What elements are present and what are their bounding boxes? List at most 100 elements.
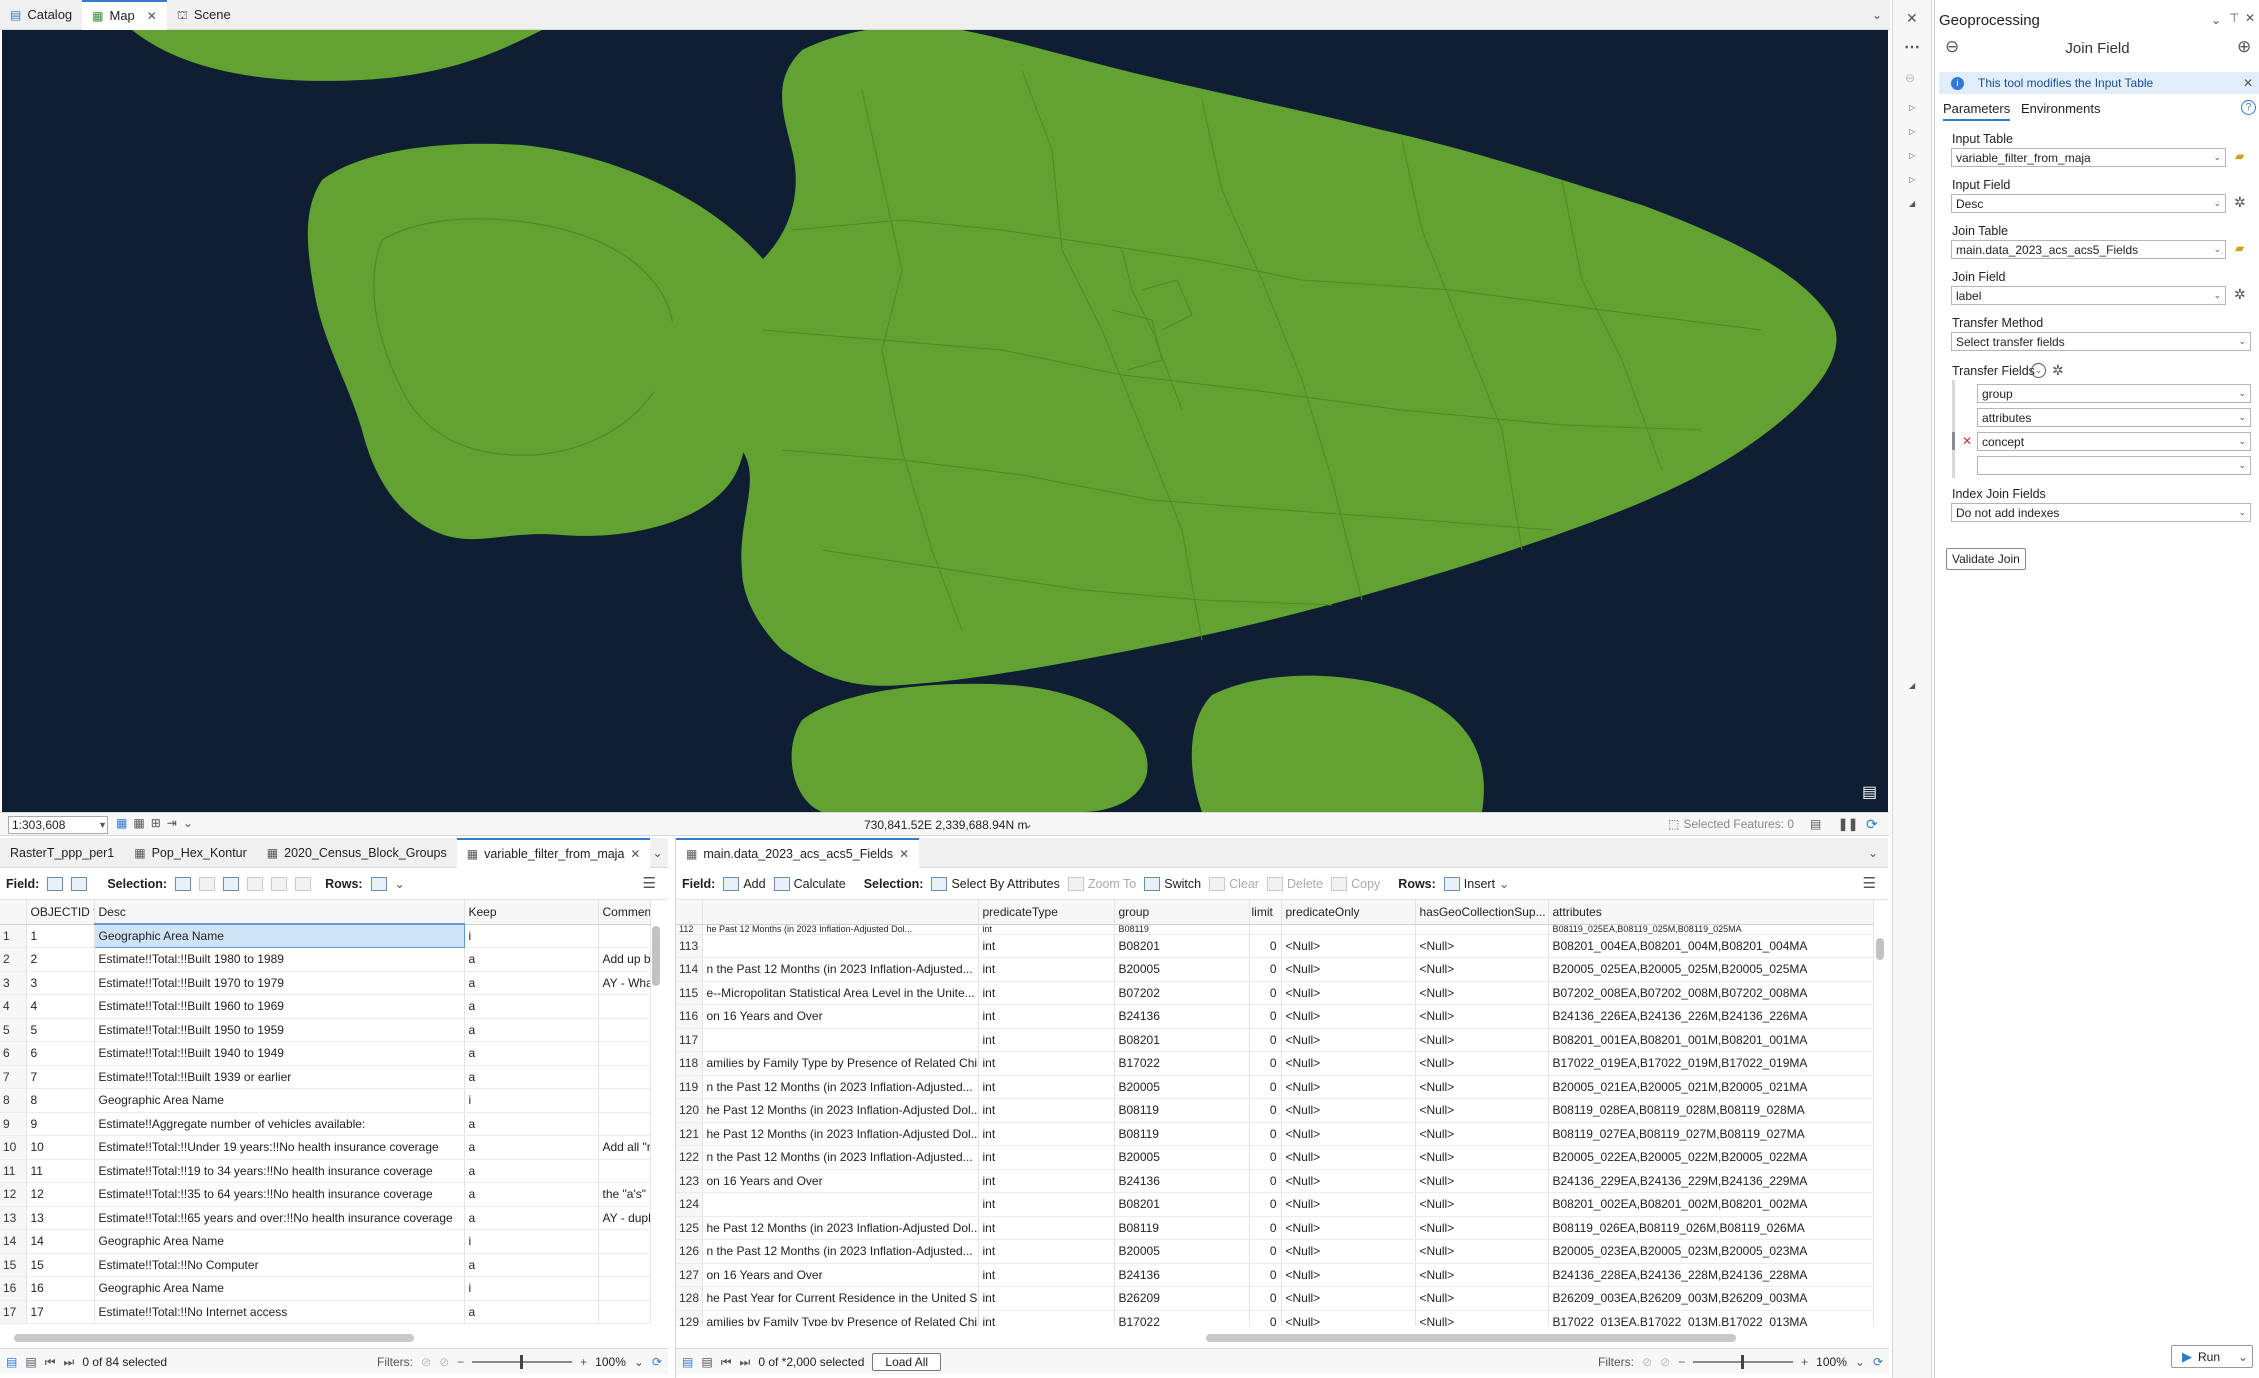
- table-row[interactable]: 6 6 Estimate!!Total:!!Built 1940 to 1949 a: [0, 1041, 651, 1066]
- table-cell[interactable]: Geographic Area Name: [94, 1276, 465, 1301]
- table-cell[interactable]: a: [464, 1159, 599, 1183]
- table-cell[interactable]: int: [978, 1286, 1115, 1311]
- expand-icon[interactable]: ▷: [1909, 128, 1915, 136]
- table-row[interactable]: 14 14 Geographic Area Name i: [0, 1229, 651, 1254]
- calculate-field-icon[interactable]: [71, 876, 88, 891]
- table-cell[interactable]: n the Past 12 Months (in 2023 Inflation-…: [702, 957, 979, 982]
- clear-selection-icon[interactable]: [247, 876, 264, 891]
- zoom-in-icon[interactable]: +: [1801, 1356, 1808, 1368]
- table-cell[interactable]: amilies by Family Type by Presence of Re…: [702, 1310, 979, 1326]
- table-row[interactable]: 8 8 Geographic Area Name i: [0, 1088, 651, 1113]
- table-cell[interactable]: 15: [0, 1253, 27, 1277]
- table-cell[interactable]: <Null>: [1415, 1122, 1549, 1146]
- table-cell[interactable]: i: [464, 1088, 599, 1113]
- tab-acs-fields[interactable]: ▦ main.data_2023_acs_acs5_Fields ✕: [676, 837, 920, 868]
- table-cell[interactable]: B20005: [1114, 957, 1250, 982]
- column-header[interactable]: attributes: [1548, 900, 1874, 925]
- table-cell[interactable]: B20005_023EA,B20005_023M,B20005_023MA: [1548, 1239, 1874, 1264]
- table-cell[interactable]: n the Past 12 Months (in 2023 Inflation-…: [702, 1075, 979, 1099]
- copy-button[interactable]: Copy: [1331, 876, 1380, 891]
- table-cell[interactable]: B17022_013EA,B17022_013M,B17022_013MA: [1548, 1310, 1874, 1326]
- column-header[interactable]: OBJECTID *: [26, 900, 95, 925]
- table-cell[interactable]: <Null>: [1281, 1122, 1416, 1146]
- table-cell[interactable]: 115: [676, 981, 703, 1005]
- table-cell[interactable]: 0: [1249, 934, 1282, 958]
- table-cell[interactable]: Estimate!!Total:!!Built 1939 or earlier: [94, 1065, 465, 1089]
- pause-icon[interactable]: ❚❚: [1838, 818, 1858, 830]
- table-cell[interactable]: [702, 1028, 979, 1052]
- table-cell[interactable]: <Null>: [1281, 1286, 1416, 1311]
- table-cell[interactable]: <Null>: [1415, 981, 1549, 1005]
- table-cell[interactable]: 14: [0, 1229, 27, 1254]
- table-cell[interactable]: 114: [676, 957, 703, 982]
- tab-census-block-groups[interactable]: ▦ 2020_Census_Block_Groups: [257, 838, 457, 868]
- table-cell[interactable]: <Null>: [1281, 1098, 1416, 1123]
- tab-raster[interactable]: RasterT_ppp_per1: [0, 838, 124, 868]
- table-cell[interactable]: [598, 1253, 651, 1277]
- table-cell[interactable]: a: [464, 947, 599, 972]
- table-cell[interactable]: 11: [0, 1159, 27, 1183]
- table-cell[interactable]: B20005: [1114, 1239, 1250, 1264]
- column-header[interactable]: predicateType: [978, 900, 1115, 925]
- table-cell[interactable]: [598, 1065, 651, 1089]
- table-cell[interactable]: 119: [676, 1075, 703, 1099]
- table-cell[interactable]: 0: [1249, 1192, 1282, 1217]
- table-cell[interactable]: n the Past 12 Months (in 2023 Inflation-…: [702, 1239, 979, 1264]
- table-cell[interactable]: B08119_028EA,B08119_028M,B08119_028MA: [1548, 1098, 1874, 1123]
- table-cell[interactable]: <Null>: [1415, 1028, 1549, 1052]
- transfer-field-empty[interactable]: ⌄: [1977, 456, 2251, 475]
- table-cell[interactable]: a: [464, 1135, 599, 1160]
- table-cell[interactable]: 9: [26, 1112, 95, 1136]
- table-cell[interactable]: 0: [1249, 1286, 1282, 1311]
- table-cell[interactable]: 17: [26, 1300, 95, 1324]
- table-cell[interactable]: <Null>: [1281, 1075, 1416, 1099]
- table-cell[interactable]: <Null>: [1415, 1169, 1549, 1193]
- table-cell[interactable]: 0: [1249, 1122, 1282, 1146]
- tab-scene[interactable]: ⛫ Scene: [167, 0, 241, 30]
- column-header[interactable]: group: [1114, 900, 1250, 925]
- table-cell[interactable]: B08201_001EA,B08201_001M,B08201_001MA: [1548, 1028, 1874, 1052]
- table-cell[interactable]: Estimate!!Total:!!No Internet access: [94, 1300, 465, 1324]
- table-cell[interactable]: int: [978, 1004, 1115, 1029]
- table-cell[interactable]: int: [978, 1051, 1115, 1076]
- left-horizontal-scrollbar[interactable]: [14, 1334, 414, 1342]
- chevron-down-icon[interactable]: ⌄: [1023, 818, 1033, 830]
- tab-pop-hex[interactable]: ▦ Pop_Hex_Kontur: [124, 838, 257, 868]
- table-cell[interactable]: 5: [0, 1018, 27, 1042]
- collapse-icon[interactable]: ◢: [1909, 682, 1915, 690]
- table-cell[interactable]: B24136_229EA,B24136_229M,B24136_229MA: [1548, 1169, 1874, 1193]
- table-cell[interactable]: <Null>: [1415, 1239, 1549, 1264]
- table-cell[interactable]: 113: [676, 934, 703, 958]
- zoom-slider[interactable]: [472, 1354, 573, 1369]
- table-cell[interactable]: <Null>: [1415, 934, 1549, 958]
- table-cell[interactable]: 124: [676, 1192, 703, 1217]
- tabs-overflow-chevron-icon[interactable]: ⌄: [1872, 9, 1882, 21]
- table-cell[interactable]: 4: [0, 994, 27, 1019]
- column-header[interactable]: Desc: [94, 900, 465, 925]
- table-row[interactable]: 121 he Past 12 Months (in 2023 Inflation-…: [676, 1122, 1874, 1146]
- table-cell[interactable]: B08119: [1114, 1216, 1250, 1240]
- input-table-dropdown[interactable]: variable_filter_from_maja ⌄: [1951, 148, 2226, 167]
- table-cell[interactable]: the "a's" i: [598, 1182, 651, 1207]
- delete-button[interactable]: Delete: [1266, 876, 1323, 891]
- table-cell[interactable]: int: [978, 1075, 1115, 1099]
- table-cell[interactable]: int: [978, 1098, 1115, 1123]
- table-cell[interactable]: 3: [26, 971, 95, 995]
- table-cell[interactable]: 7: [0, 1065, 27, 1089]
- table-cell[interactable]: 0: [1249, 1263, 1282, 1287]
- table-cell[interactable]: amilies by Family Type by Presence of Re…: [702, 1051, 979, 1076]
- table-cell[interactable]: 129: [676, 1310, 703, 1326]
- chevron-down-icon[interactable]: ⌄: [1855, 1356, 1865, 1368]
- table-cell[interactable]: 127: [676, 1263, 703, 1287]
- table-cell[interactable]: B08201: [1114, 1192, 1250, 1217]
- table-cell[interactable]: 8: [26, 1088, 95, 1113]
- add-field-icon[interactable]: [47, 876, 64, 891]
- table-cell[interactable]: B08119: [1114, 1098, 1250, 1123]
- expand-icon[interactable]: ▷: [1909, 104, 1915, 112]
- table-cell[interactable]: int: [978, 1310, 1115, 1326]
- table-cell[interactable]: 8: [0, 1088, 27, 1113]
- table-cell[interactable]: B08119_026EA,B08119_026M,B08119_026MA: [1548, 1216, 1874, 1240]
- table-cell[interactable]: int: [978, 1239, 1115, 1264]
- table-row[interactable]: 15 15 Estimate!!Total:!!No Computer a: [0, 1253, 651, 1277]
- table-cell[interactable]: 1: [26, 924, 95, 948]
